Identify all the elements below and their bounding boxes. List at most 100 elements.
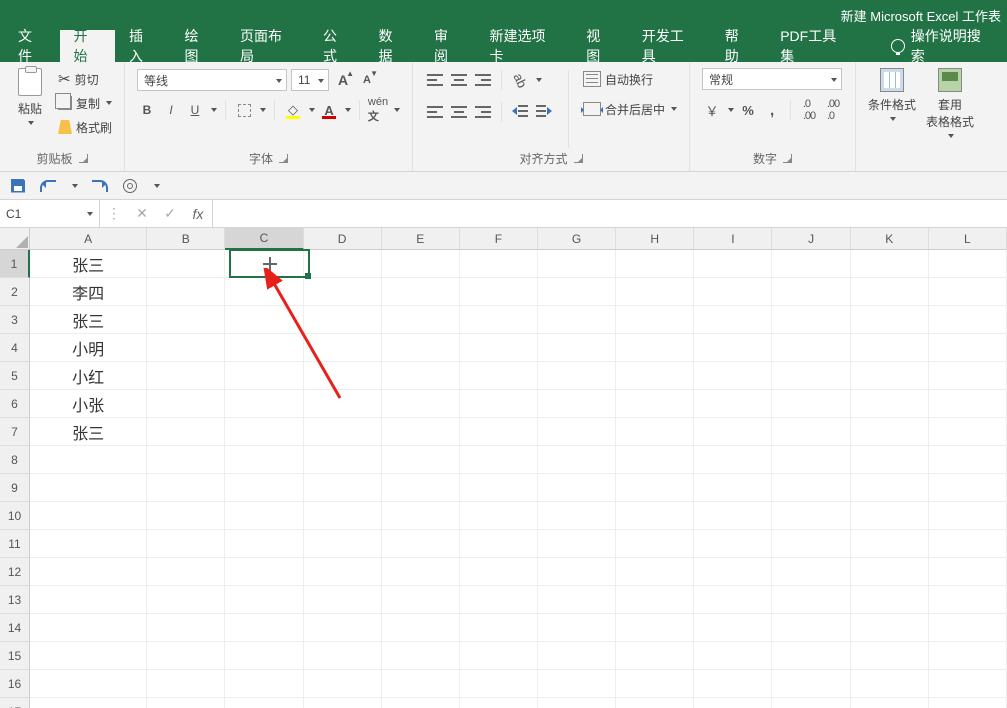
cell-C7[interactable]: [225, 418, 303, 446]
border-button[interactable]: [234, 100, 254, 120]
cell-I6[interactable]: [694, 390, 772, 418]
cell-H15[interactable]: [616, 642, 694, 670]
cell-G8[interactable]: [538, 446, 616, 474]
cells-area[interactable]: 张三李四张三小明小红小张张三: [30, 250, 1007, 708]
cell-B6[interactable]: [147, 390, 225, 418]
col-header-A[interactable]: A: [30, 228, 147, 250]
cell-E4[interactable]: [382, 334, 460, 362]
cell-K5[interactable]: [851, 362, 929, 390]
dialog-launcher-icon[interactable]: [79, 154, 88, 163]
cell-A13[interactable]: [30, 586, 147, 614]
row-header-12[interactable]: 12: [0, 558, 30, 586]
number-format-combo[interactable]: 常规: [702, 68, 842, 90]
chevron-down-icon[interactable]: [345, 108, 351, 112]
cell-F7[interactable]: [460, 418, 538, 446]
cell-L8[interactable]: [929, 446, 1007, 474]
cell-G2[interactable]: [538, 278, 616, 306]
decrease-decimal-button[interactable]: .00.0: [823, 100, 843, 120]
cell-K2[interactable]: [851, 278, 929, 306]
row-header-15[interactable]: 15: [0, 642, 30, 670]
cell-F2[interactable]: [460, 278, 538, 306]
cell-G11[interactable]: [538, 530, 616, 558]
cell-B7[interactable]: [147, 418, 225, 446]
cell-H14[interactable]: [616, 614, 694, 642]
cell-E10[interactable]: [382, 502, 460, 530]
cell-K4[interactable]: [851, 334, 929, 362]
cell-L12[interactable]: [929, 558, 1007, 586]
cell-A17[interactable]: [30, 698, 147, 708]
col-header-G[interactable]: G: [538, 228, 616, 250]
cell-A6[interactable]: 小张: [30, 390, 147, 418]
cell-J16[interactable]: [772, 670, 850, 698]
cell-K8[interactable]: [851, 446, 929, 474]
tab-帮助[interactable]: 帮助: [711, 30, 767, 62]
col-header-J[interactable]: J: [772, 228, 850, 250]
row-header-9[interactable]: 9: [0, 474, 30, 502]
cell-K15[interactable]: [851, 642, 929, 670]
col-header-F[interactable]: F: [460, 228, 538, 250]
formula-input[interactable]: [213, 200, 1007, 227]
cell-K13[interactable]: [851, 586, 929, 614]
cell-K3[interactable]: [851, 306, 929, 334]
redo-button[interactable]: [92, 178, 108, 194]
cell-I10[interactable]: [694, 502, 772, 530]
decrease-indent-button[interactable]: [510, 102, 530, 122]
cell-I13[interactable]: [694, 586, 772, 614]
chevron-down-icon[interactable]: [536, 78, 542, 82]
cell-E13[interactable]: [382, 586, 460, 614]
cell-L11[interactable]: [929, 530, 1007, 558]
cell-A1[interactable]: 张三: [30, 250, 147, 278]
cell-F1[interactable]: [460, 250, 538, 278]
cell-H12[interactable]: [616, 558, 694, 586]
row-header-11[interactable]: 11: [0, 530, 30, 558]
wrap-text-button[interactable]: 自动换行: [583, 68, 677, 90]
cell-J7[interactable]: [772, 418, 850, 446]
cell-F5[interactable]: [460, 362, 538, 390]
tab-审阅[interactable]: 审阅: [420, 30, 476, 62]
cell-I14[interactable]: [694, 614, 772, 642]
cell-J10[interactable]: [772, 502, 850, 530]
tab-公式[interactable]: 公式: [309, 30, 365, 62]
col-header-B[interactable]: B: [147, 228, 225, 250]
select-all-corner[interactable]: [0, 228, 30, 250]
cell-J1[interactable]: [772, 250, 850, 278]
cell-H1[interactable]: [616, 250, 694, 278]
cell-J8[interactable]: [772, 446, 850, 474]
cell-L16[interactable]: [929, 670, 1007, 698]
cell-L5[interactable]: [929, 362, 1007, 390]
align-right-button[interactable]: [473, 102, 493, 122]
cell-H17[interactable]: [616, 698, 694, 708]
cell-J17[interactable]: [772, 698, 850, 708]
cell-F11[interactable]: [460, 530, 538, 558]
decrease-font-button[interactable]: A▼: [357, 70, 377, 90]
spreadsheet-grid[interactable]: ABCDEFGHIJKL 123456789101112131415161718…: [0, 228, 1007, 708]
cell-D3[interactable]: [304, 306, 382, 334]
cell-H11[interactable]: [616, 530, 694, 558]
align-middle-button[interactable]: [449, 70, 469, 90]
cell-G9[interactable]: [538, 474, 616, 502]
cell-L9[interactable]: [929, 474, 1007, 502]
cell-K16[interactable]: [851, 670, 929, 698]
cell-J6[interactable]: [772, 390, 850, 418]
cell-H13[interactable]: [616, 586, 694, 614]
cell-F6[interactable]: [460, 390, 538, 418]
row-header-5[interactable]: 5: [0, 362, 30, 390]
cell-L1[interactable]: [929, 250, 1007, 278]
cell-A3[interactable]: 张三: [30, 306, 147, 334]
cell-F10[interactable]: [460, 502, 538, 530]
cell-A9[interactable]: [30, 474, 147, 502]
cell-E1[interactable]: [382, 250, 460, 278]
copy-button[interactable]: 复制: [58, 92, 112, 114]
insert-function-button[interactable]: fx: [184, 206, 212, 222]
row-header-1[interactable]: 1: [0, 250, 30, 278]
cell-D5[interactable]: [304, 362, 382, 390]
cell-B14[interactable]: [147, 614, 225, 642]
phonetic-button[interactable]: wén文: [368, 100, 388, 120]
undo-button[interactable]: [40, 178, 56, 194]
cell-K14[interactable]: [851, 614, 929, 642]
cell-A12[interactable]: [30, 558, 147, 586]
cell-C10[interactable]: [225, 502, 303, 530]
cell-D6[interactable]: [304, 390, 382, 418]
cell-H8[interactable]: [616, 446, 694, 474]
cell-K7[interactable]: [851, 418, 929, 446]
